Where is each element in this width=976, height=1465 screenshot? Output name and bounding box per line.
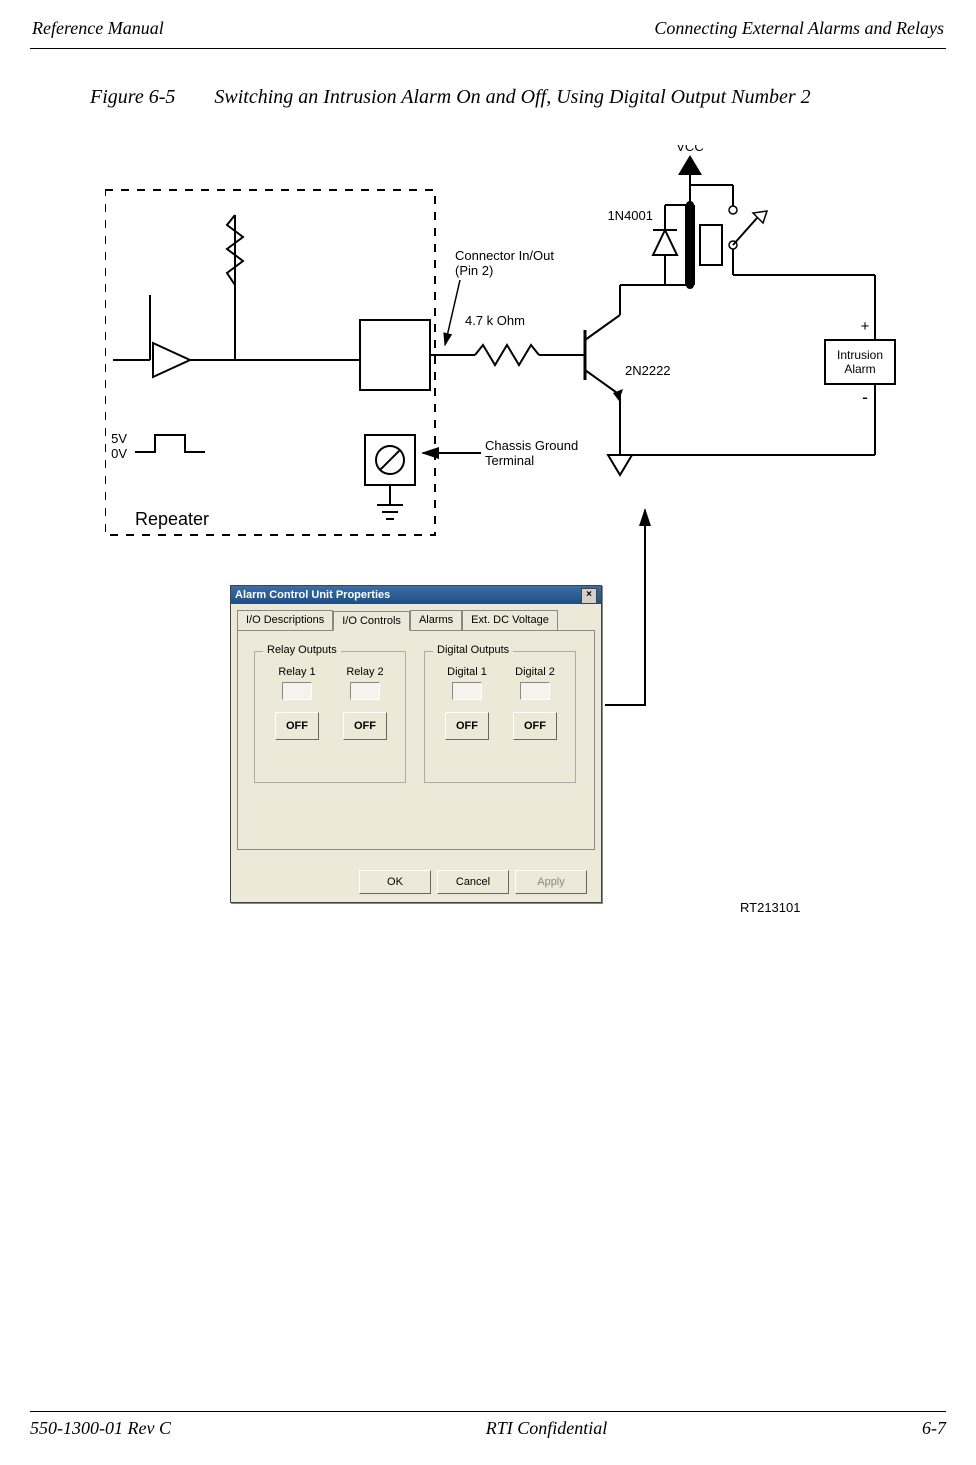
label-plus: + <box>861 318 870 335</box>
label-alarm-1: Intrusion <box>837 348 883 362</box>
page-header: Reference Manual Connecting External Ala… <box>30 18 946 49</box>
dialog-tabs: I/O Descriptions I/O Controls Alarms Ext… <box>237 610 595 630</box>
label-5v: 5V <box>111 431 127 446</box>
indicator-relay-1 <box>282 682 312 700</box>
tab-body: Relay Outputs Relay 1 OFF Relay 2 OFF Di… <box>237 630 595 850</box>
label-alarm-2: Alarm <box>844 362 875 376</box>
figure-number: Figure 6-5 <box>90 86 175 109</box>
dialog-title: Alarm Control Unit Properties <box>235 586 390 604</box>
label-resistor: 4.7 k Ohm <box>465 313 525 328</box>
tab-io-controls[interactable]: I/O Controls <box>333 611 410 631</box>
label-vcc: VCC <box>676 145 703 154</box>
group-relay-outputs: Relay Outputs Relay 1 OFF Relay 2 OFF <box>254 651 406 783</box>
column-digital-1: Digital 1 OFF <box>437 666 497 740</box>
tab-ext-dc-voltage[interactable]: Ext. DC Voltage <box>462 610 558 630</box>
indicator-digital-1 <box>452 682 482 700</box>
header-right: Connecting External Alarms and Relays <box>654 18 944 39</box>
label-digital-1: Digital 1 <box>437 666 497 678</box>
label-digital-2: Digital 2 <box>505 666 565 678</box>
label-repeater: Repeater <box>135 509 209 529</box>
group-digital-outputs: Digital Outputs Digital 1 OFF Digital 2 … <box>424 651 576 783</box>
indicator-digital-2 <box>520 682 550 700</box>
tab-alarms[interactable]: Alarms <box>410 610 462 630</box>
button-relay-2-off[interactable]: OFF <box>343 712 387 740</box>
dialog-titlebar: Alarm Control Unit Properties × <box>231 586 601 604</box>
column-digital-2: Digital 2 OFF <box>505 666 565 740</box>
label-relay-1: Relay 1 <box>267 666 327 678</box>
footer-center: RTI Confidential <box>486 1418 608 1439</box>
page-footer: 550-1300-01 Rev C RTI Confidential 6-7 <box>30 1411 946 1439</box>
group-digital-legend: Digital Outputs <box>433 644 513 656</box>
label-diode: 1N4001 <box>607 208 653 223</box>
label-connector-1: Connector In/Out <box>455 248 554 263</box>
close-button[interactable]: × <box>581 588 597 604</box>
dialog-alarm-control-properties: Alarm Control Unit Properties × I/O Desc… <box>230 585 602 903</box>
button-digital-1-off[interactable]: OFF <box>445 712 489 740</box>
label-chassis-2: Terminal <box>485 453 534 468</box>
header-left: Reference Manual <box>32 18 164 39</box>
figure-title: Switching an Intrusion Alarm On and Off,… <box>214 86 810 108</box>
indicator-relay-2 <box>350 682 380 700</box>
figure-caption: Figure 6-5 Switching an Intrusion Alarm … <box>90 86 916 109</box>
label-0v: 0V <box>111 446 127 461</box>
button-digital-2-off[interactable]: OFF <box>513 712 557 740</box>
dialog-buttons: OK Cancel Apply <box>359 870 587 894</box>
figure-id-code: RT213101 <box>740 900 800 915</box>
label-minus: - <box>862 387 868 407</box>
footer-right: 6-7 <box>922 1418 946 1439</box>
label-relay-2: Relay 2 <box>335 666 395 678</box>
ok-button[interactable]: OK <box>359 870 431 894</box>
group-relay-legend: Relay Outputs <box>263 644 341 656</box>
label-chassis-1: Chassis Ground <box>485 438 578 453</box>
label-connector-2: (Pin 2) <box>455 263 493 278</box>
apply-button[interactable]: Apply <box>515 870 587 894</box>
label-transistor: 2N2222 <box>625 363 671 378</box>
column-relay-1: Relay 1 OFF <box>267 666 327 740</box>
footer-left: 550-1300-01 Rev C <box>30 1418 171 1439</box>
tab-io-descriptions[interactable]: I/O Descriptions <box>237 610 333 630</box>
cancel-button[interactable]: Cancel <box>437 870 509 894</box>
column-relay-2: Relay 2 OFF <box>335 666 395 740</box>
button-relay-1-off[interactable]: OFF <box>275 712 319 740</box>
